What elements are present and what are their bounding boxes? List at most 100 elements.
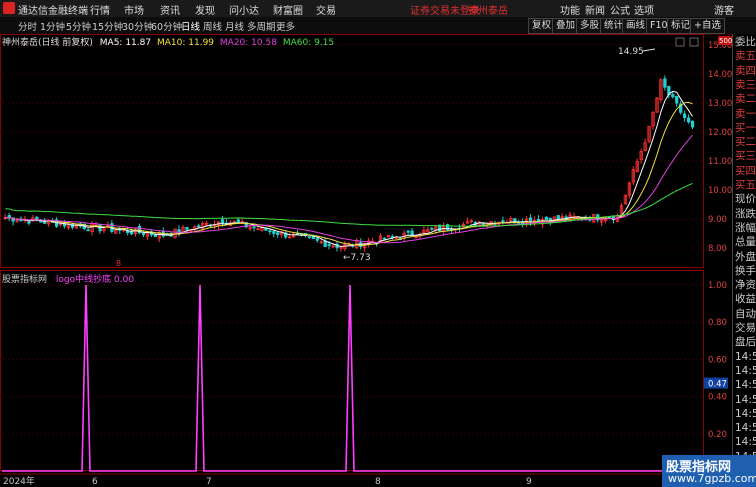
period-tab-1min[interactable]: 1分钟 bbox=[40, 19, 65, 33]
quote-panel-row: 总量 bbox=[735, 236, 756, 249]
menu-options[interactable]: 选项 bbox=[634, 2, 654, 17]
candlesticks[interactable] bbox=[3, 75, 695, 252]
indicator-source: 股票指标网 bbox=[2, 275, 48, 285]
candle-body[interactable] bbox=[185, 227, 189, 230]
indicator-chart: 1.00 0.80 0.60 0.47 0.40 0.20 bbox=[0, 281, 728, 472]
draw-line-button[interactable]: 画线 bbox=[622, 18, 650, 34]
period-tab-multi[interactable]: 多周期 bbox=[247, 19, 276, 33]
main-chart-frame bbox=[0, 34, 704, 268]
candle-body[interactable] bbox=[276, 232, 280, 235]
quote-panel-row: 14:56 bbox=[735, 422, 756, 435]
high-price-pointer bbox=[642, 48, 656, 52]
menu-newsfeed[interactable]: 新闻 bbox=[585, 2, 605, 17]
period-tab-60min[interactable]: 60分钟 bbox=[151, 19, 182, 33]
candle-body[interactable] bbox=[86, 229, 90, 232]
candle-body[interactable] bbox=[268, 230, 272, 233]
overlay-button[interactable]: 叠加 bbox=[552, 18, 580, 34]
ma5-value: 11.87 bbox=[125, 38, 152, 48]
candle-body[interactable] bbox=[675, 96, 679, 104]
candle-body[interactable] bbox=[62, 223, 67, 227]
indicator-name: logo中线抄底 bbox=[55, 275, 112, 285]
x-label-year: 2024年 bbox=[3, 475, 35, 487]
main-chart-legend: 神州泰岳(日线 前复权) MA5: 11.87 MA10: 11.99 MA20… bbox=[2, 38, 335, 48]
menu-function[interactable]: 功能 bbox=[560, 2, 580, 17]
quote-panel-row: 14:56 bbox=[735, 364, 756, 377]
quote-panel-row: 买三 bbox=[735, 150, 756, 163]
candle-body[interactable] bbox=[663, 78, 667, 88]
period-tab-15min[interactable]: 15分钟 bbox=[92, 19, 123, 33]
price-axis: 15.0014.0013.0012.0011.0010.009.008.00 bbox=[708, 41, 732, 254]
candle-body[interactable] bbox=[683, 113, 687, 118]
candle-body[interactable] bbox=[481, 222, 485, 226]
candle-body[interactable] bbox=[382, 237, 387, 240]
candle-body[interactable] bbox=[252, 226, 256, 229]
period-tab-more[interactable]: 更多 bbox=[276, 19, 295, 33]
quote-panel-row: 现价 bbox=[735, 193, 756, 206]
candle-body[interactable] bbox=[406, 230, 410, 233]
candle-body[interactable] bbox=[327, 244, 331, 246]
candle-body[interactable] bbox=[671, 94, 675, 98]
quote-panel-row: 14:56 bbox=[735, 407, 756, 420]
quote-panel-row: 14:56 bbox=[735, 350, 756, 363]
price-tick-label: 12.00 bbox=[708, 128, 732, 138]
menu-trade[interactable]: 交易 bbox=[316, 2, 336, 17]
adjust-button[interactable]: 复权 bbox=[528, 18, 556, 34]
candle-body[interactable] bbox=[129, 230, 134, 235]
indicator-tick-label: 0.40 bbox=[708, 393, 727, 403]
indicator-tick-label: 0.60 bbox=[708, 355, 727, 365]
candle-body[interactable] bbox=[690, 120, 695, 128]
quote-panel-row: 卖三 bbox=[735, 78, 756, 91]
ma20-value: 10.58 bbox=[251, 38, 277, 48]
indicator-value: 0.00 bbox=[114, 275, 135, 285]
add-watchlist-button[interactable]: +自选 bbox=[690, 18, 725, 34]
quote-panel-row: 买一 bbox=[735, 121, 756, 134]
x-marker: 8 bbox=[116, 259, 121, 268]
candle-body[interactable] bbox=[556, 215, 560, 220]
period-tab-30min[interactable]: 30分钟 bbox=[122, 19, 153, 33]
title-bar: 通达信金融终端 行情 市场 资讯 发现 问小达 财富圈 交易 证券交易未登录 神… bbox=[0, 0, 756, 18]
period-tab-5min[interactable]: 5分钟 bbox=[66, 19, 91, 33]
menu-quotes[interactable]: 行情 bbox=[90, 2, 110, 17]
user-guest[interactable]: 游客 bbox=[714, 2, 734, 17]
period-tab-monthly[interactable]: 月线 bbox=[225, 19, 244, 33]
candle-body[interactable] bbox=[236, 219, 240, 224]
menu-market[interactable]: 市场 bbox=[124, 2, 144, 17]
menu-wealth-circle[interactable]: 财富圈 bbox=[273, 2, 303, 17]
candle-body[interactable] bbox=[272, 231, 276, 234]
candle-body[interactable] bbox=[197, 225, 201, 228]
candle-body[interactable] bbox=[220, 219, 225, 224]
ma10-name: MA10 bbox=[156, 38, 183, 48]
multi-stock-button[interactable]: 多股 bbox=[576, 18, 604, 34]
app-title: 通达信金融终端 bbox=[18, 6, 88, 17]
quote-panel-row: 卖一 bbox=[735, 107, 756, 120]
kline-chart-area[interactable]: 15.0014.0013.0012.0011.0010.009.008.00 1… bbox=[0, 34, 732, 487]
menu-discover[interactable]: 发现 bbox=[195, 2, 215, 17]
candle-body[interactable] bbox=[27, 221, 31, 224]
quote-panel-row: 14:56 bbox=[735, 436, 756, 449]
candle-body[interactable] bbox=[307, 236, 312, 238]
price-tick-label: 13.00 bbox=[708, 99, 732, 109]
current-price-tag-text: 500 bbox=[719, 37, 732, 45]
candle-body[interactable] bbox=[430, 227, 434, 230]
indicator-tick-label: 0.80 bbox=[708, 318, 727, 328]
menu-formula[interactable]: 公式 bbox=[610, 2, 630, 17]
menu-wenxiaoda[interactable]: 问小达 bbox=[229, 2, 259, 17]
watermark-url: www.7gpzb.com bbox=[668, 472, 756, 485]
candle-body[interactable] bbox=[544, 216, 549, 221]
candle-body[interactable] bbox=[141, 233, 146, 236]
quote-panel-row: 涨幅 bbox=[735, 221, 756, 234]
candle-body[interactable] bbox=[315, 238, 319, 241]
quote-panel-row: 交易 bbox=[735, 322, 756, 334]
quote-side-panel: 委比 卖五 卖四 卖三 卖二 卖一 买一 买二 买三 买四 买五 现价 涨跌 涨幅 总量 外盘 换手 净资 收益 自动… bbox=[732, 34, 756, 487]
ma5-name: MA5 bbox=[99, 38, 120, 48]
period-tab-intraday[interactable]: 分时 bbox=[18, 19, 37, 33]
quote-panel-row: 卖四 bbox=[735, 64, 756, 77]
price-tick-label: 14.00 bbox=[708, 70, 732, 80]
price-tick-label: 9.00 bbox=[708, 215, 727, 225]
indicator-tick-label: 0.47 bbox=[708, 380, 727, 390]
period-tab-weekly[interactable]: 周线 bbox=[203, 19, 222, 33]
candle-body[interactable] bbox=[686, 117, 691, 123]
menu-news[interactable]: 资讯 bbox=[160, 2, 180, 17]
period-tab-daily[interactable]: 日线 bbox=[181, 19, 200, 33]
x-label-jun: 6 bbox=[92, 477, 98, 487]
